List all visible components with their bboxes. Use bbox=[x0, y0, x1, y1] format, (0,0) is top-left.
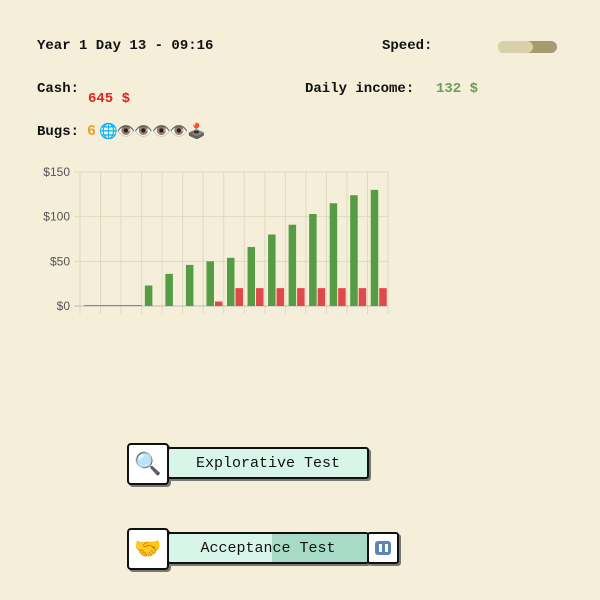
acceptance-test-button[interactable]: Acceptance Test bbox=[167, 532, 369, 564]
income-bar bbox=[288, 224, 297, 306]
income-bar bbox=[309, 213, 317, 306]
y-tick-label: $0 bbox=[57, 299, 71, 313]
income-bar bbox=[165, 273, 173, 306]
bugs-label: Bugs: bbox=[37, 124, 80, 140]
income-chart: $0 $50 $100 $150 bbox=[43, 165, 389, 314]
cash-label: Cash: bbox=[37, 81, 80, 97]
y-tick-label: $50 bbox=[50, 254, 70, 268]
pause-button[interactable] bbox=[367, 532, 399, 564]
cost-bar bbox=[214, 301, 223, 306]
explorative-test-label: Explorative Test bbox=[195, 454, 341, 472]
income-bar bbox=[370, 189, 379, 306]
income-bar bbox=[268, 234, 276, 306]
cost-bar bbox=[235, 288, 243, 306]
speed-label: Speed: bbox=[382, 38, 433, 54]
explorative-test-button[interactable]: Explorative Test bbox=[167, 447, 369, 479]
income-bar bbox=[227, 257, 235, 306]
cost-bar bbox=[317, 288, 326, 306]
cost-bar bbox=[379, 288, 387, 306]
cash-value: 645 $ bbox=[88, 91, 131, 107]
cost-bar bbox=[338, 288, 346, 306]
cost-bar bbox=[358, 288, 367, 306]
y-tick-label: $100 bbox=[43, 210, 70, 224]
handshake-icon: 🤝 bbox=[127, 528, 169, 570]
income-bar bbox=[247, 247, 256, 306]
income-bar bbox=[144, 285, 153, 306]
daily-income-value: 132 $ bbox=[436, 81, 479, 97]
game-clock: Year 1 Day 13 - 09:16 bbox=[37, 38, 214, 54]
daily-income-label: Daily income: bbox=[305, 81, 415, 97]
cost-bar bbox=[276, 288, 285, 306]
magnifier-icon: 🔍 bbox=[127, 443, 169, 485]
cost-bar bbox=[256, 288, 264, 306]
speed-slider-fill bbox=[498, 41, 534, 53]
y-tick-label: $150 bbox=[43, 165, 70, 179]
bugs-count: 6 bbox=[87, 123, 97, 140]
pause-icon bbox=[375, 541, 391, 555]
income-bar bbox=[206, 261, 214, 306]
cost-bar bbox=[297, 288, 305, 306]
income-bar bbox=[350, 195, 358, 306]
income-bar bbox=[329, 203, 338, 306]
income-bar bbox=[185, 264, 194, 306]
speed-slider[interactable] bbox=[498, 41, 557, 53]
acceptance-test-label: Acceptance Test bbox=[200, 539, 336, 557]
bug-type-icons: 🌐👁️👁️👁️👁️🕹️ bbox=[99, 122, 206, 140]
